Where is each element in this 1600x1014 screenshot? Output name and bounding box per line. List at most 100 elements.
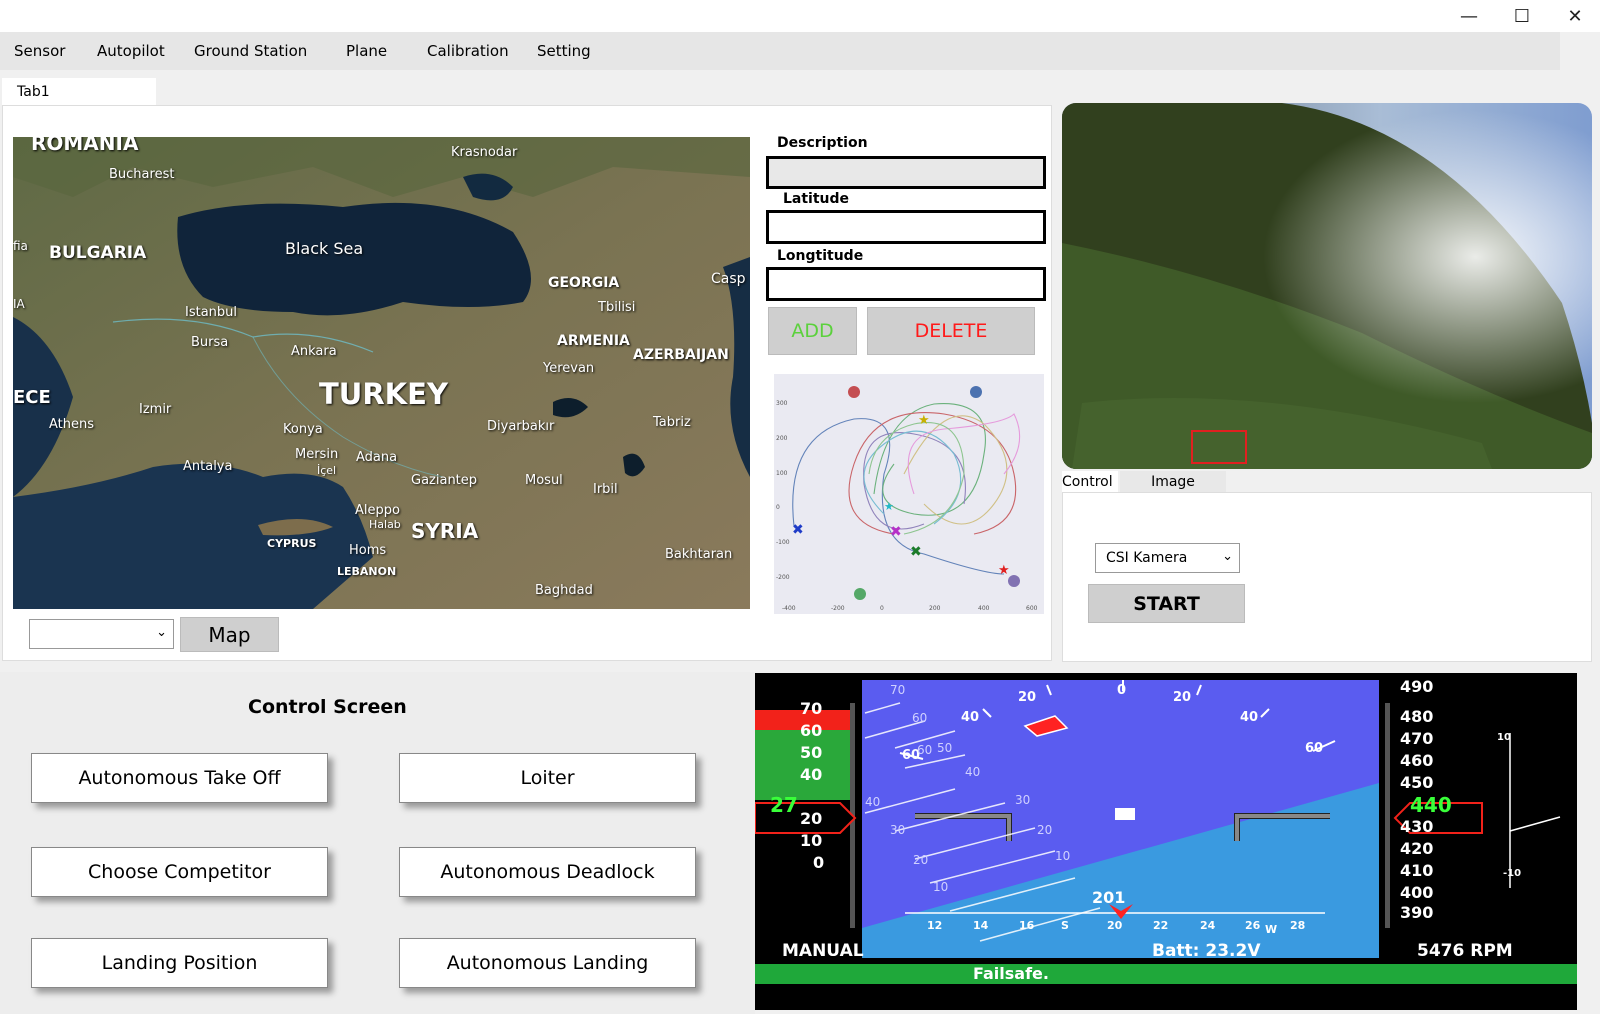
map-label-lebanon: LEBANON	[337, 565, 397, 578]
hud-altitude-tick: 420	[1400, 839, 1434, 858]
description-input[interactable]	[766, 156, 1046, 189]
camera-select-value: CSI Kamera	[1106, 550, 1188, 566]
map-label-konya: Konya	[283, 422, 323, 437]
menu-calibration[interactable]: Calibration	[427, 32, 509, 70]
map-label-bakhtaran: Bakhtaran	[665, 547, 733, 562]
map-label-adana: Adana	[356, 450, 398, 465]
tab-control[interactable]: Control	[1062, 471, 1118, 494]
loiter-button[interactable]: Loiter	[399, 753, 696, 803]
hud-pitch-label: 40	[865, 795, 881, 809]
choose-competitor-button[interactable]: Choose Competitor	[31, 847, 328, 897]
start-button[interactable]: START	[1088, 584, 1245, 623]
minimize-button[interactable]: —	[1444, 0, 1494, 32]
hud-heading-tick: 22	[1153, 919, 1169, 932]
chevron-down-icon: ⌄	[1222, 549, 1233, 564]
map-label-athens: Athens	[49, 417, 95, 432]
map-label-homs: Homs	[349, 543, 387, 558]
trajectory-plot: ✖ ✖ ✖ ★ ★ ★ 300 200 100 0 -100 -200 -400 -200 0…	[774, 374, 1044, 614]
hud-heading-tick: 12	[927, 919, 943, 932]
hud-pitch-label: 50	[937, 741, 953, 755]
camera-control-panel	[1062, 492, 1592, 662]
plot-x-tick: -400	[782, 605, 796, 612]
svg-text:✖: ✖	[890, 524, 902, 540]
map-label-icel: İçel	[317, 464, 337, 477]
hud-speed-tick: 40	[800, 765, 823, 784]
map-label-krasnodar: Krasnodar	[451, 145, 518, 160]
hud-failsafe-text: Failsafe.	[973, 964, 1049, 983]
hud-vsi-top: 10	[1497, 732, 1511, 743]
map-label-black-sea: Black Sea	[285, 239, 364, 258]
plot-y-tick: -100	[776, 539, 790, 546]
plot-x-tick: 0	[880, 605, 884, 612]
plot-x-tick: 600	[1026, 605, 1038, 612]
map-label-mersin: Mersin	[295, 447, 339, 462]
menu-sensor[interactable]: Sensor	[14, 32, 65, 70]
hud-heading-tick: 28	[1290, 919, 1306, 932]
hud-failsafe-bar	[755, 964, 1577, 984]
svg-text:★: ★	[998, 563, 1010, 578]
autonomous-landing-button[interactable]: Autonomous Landing	[399, 938, 696, 988]
add-button[interactable]: ADD	[768, 307, 857, 355]
landing-position-button[interactable]: Landing Position	[31, 938, 328, 988]
hud-pitch-label: 20	[913, 853, 929, 867]
autonomous-takeoff-button[interactable]: Autonomous Take Off	[31, 753, 328, 803]
map-label-fia: fia	[13, 239, 28, 253]
camera-select[interactable]: CSI Kamera ⌄	[1095, 543, 1240, 573]
hud-heading-tick: S	[1061, 919, 1069, 932]
map-label-yerevan: Yerevan	[543, 361, 595, 376]
menu-autopilot[interactable]: Autopilot	[97, 32, 165, 70]
menu-plane[interactable]: Plane	[346, 32, 387, 70]
tab-image[interactable]: Image	[1120, 471, 1226, 494]
map-label-aleppo: Aleppo	[355, 503, 400, 518]
hud-speed-tick: 0	[813, 853, 825, 872]
hud-battery: Batt: 23.2V	[1152, 941, 1261, 961]
title-bar: — ☐ ✕	[0, 0, 1600, 32]
map-label-ece: ECE	[13, 387, 51, 408]
close-button[interactable]: ✕	[1550, 0, 1600, 32]
map-label-diyarbakir: Diyarbakır	[487, 419, 555, 434]
hud-flight-mode: MANUAL	[782, 941, 864, 961]
menu-setting[interactable]: Setting	[537, 32, 591, 70]
hud-vsi-bottom: -10	[1503, 868, 1522, 879]
autonomous-deadlock-button[interactable]: Autonomous Deadlock	[399, 847, 696, 897]
menu-bar: Sensor Autopilot Ground Station Plane Ca…	[0, 32, 1560, 70]
map-label-georgia: GEORGIA	[548, 275, 620, 291]
hud-rpm: 5476 RPM	[1417, 941, 1513, 961]
svg-text:✖: ✖	[910, 544, 922, 560]
hud-pitch-label: 30	[890, 823, 906, 837]
map-label-syria: SYRIA	[411, 519, 479, 543]
map-label-bulgaria: BULGARIA	[49, 243, 147, 263]
longitude-input[interactable]	[766, 267, 1046, 301]
latitude-input[interactable]	[766, 210, 1046, 244]
hud-heading-tick: 26	[1245, 919, 1261, 932]
map-source-dropdown[interactable]: ⌄	[29, 619, 174, 649]
tab-tab1[interactable]: Tab1	[2, 78, 156, 106]
delete-button[interactable]: DELETE	[867, 307, 1035, 355]
map-label-tabriz: Tabriz	[653, 415, 691, 430]
satellite-map[interactable]: ROMANIA Bucharest fia BULGARIA IA Black …	[13, 137, 750, 609]
map-label-ia: IA	[13, 297, 25, 311]
hud-speed-tick: 70	[800, 699, 823, 718]
map-label-gaziantep: Gaziantep	[411, 473, 478, 488]
hud-heading-tick: 24	[1200, 919, 1216, 932]
svg-text:✖: ✖	[792, 522, 804, 538]
hud-roll-label: 0	[1117, 683, 1127, 698]
plot-x-tick: 200	[929, 605, 941, 612]
map-label-ankara: Ankara	[291, 344, 337, 359]
add-button-label: ADD	[791, 320, 834, 342]
hud-roll-label: 60	[1305, 741, 1324, 756]
menu-ground-station[interactable]: Ground Station	[194, 32, 307, 70]
hud-pitch-label: 20	[1037, 823, 1053, 837]
hud-altitude-tick: 450	[1400, 773, 1434, 792]
map-button[interactable]: Map	[180, 617, 279, 652]
maximize-button[interactable]: ☐	[1497, 0, 1547, 32]
hud-heading-tick: W	[1265, 923, 1278, 936]
latitude-label: Latitude	[783, 191, 850, 207]
map-label-cyprus: CYPRUS	[267, 537, 317, 550]
map-label-bucharest: Bucharest	[109, 167, 175, 182]
hud-altitude-tick: 490	[1400, 677, 1434, 696]
map-label-armenia: ARMENIA	[557, 333, 630, 349]
trajectory-plot-svg: ✖ ✖ ✖ ★ ★ ★ 300 200 100 0 -100 -200 -400 -200 0…	[776, 386, 1038, 612]
hud-roll-label: 40	[961, 710, 980, 725]
flight-hud: 70 60 50 40 20 10 0 27 490 480 470 460 450 430 420 41…	[755, 673, 1577, 1010]
